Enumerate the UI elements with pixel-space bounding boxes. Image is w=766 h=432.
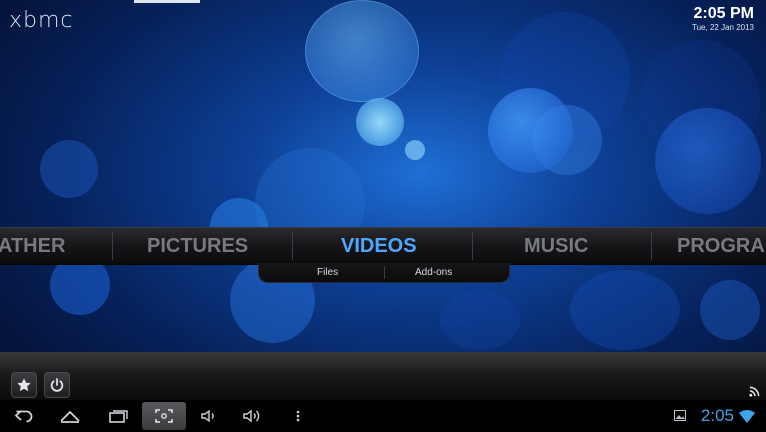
power-button[interactable] bbox=[44, 372, 70, 398]
background-bokeh bbox=[488, 88, 573, 173]
xbmc-logo: xbmc bbox=[9, 8, 74, 33]
clock-time: 2:05 PM bbox=[693, 5, 754, 22]
home-icon bbox=[60, 410, 80, 423]
menu-item-weather[interactable]: ATHER bbox=[0, 228, 65, 264]
xbmc-home-screen: xbmc 2:05 PM Tue, 22 Jan 2013 ATHER PICT… bbox=[0, 0, 766, 432]
wifi-icon bbox=[739, 409, 755, 423]
menu-item-music[interactable]: MUSIC bbox=[524, 228, 588, 264]
background-bokeh bbox=[640, 40, 760, 160]
back-button[interactable] bbox=[2, 402, 46, 430]
menu-icon bbox=[296, 410, 300, 422]
menu-divider bbox=[112, 232, 113, 260]
clock: 2:05 PM Tue, 22 Jan 2013 bbox=[692, 5, 754, 33]
clock-date: Tue, 22 Jan 2013 bbox=[692, 23, 754, 32]
background-bokeh bbox=[305, 0, 419, 102]
submenu-item-files[interactable]: Files bbox=[317, 263, 338, 282]
android-system-bar: 2:05 bbox=[0, 400, 766, 432]
background-bokeh bbox=[405, 140, 425, 160]
menu-button[interactable] bbox=[276, 402, 320, 430]
top-indicator-line bbox=[134, 0, 200, 3]
menu-divider bbox=[472, 232, 473, 260]
screenshot-button[interactable] bbox=[142, 402, 186, 430]
recent-apps-button[interactable] bbox=[96, 402, 140, 430]
videos-submenu: Files Add-ons bbox=[258, 263, 510, 283]
power-icon bbox=[50, 378, 64, 392]
main-menu-bar: ATHER PICTURES VIDEOS MUSIC PROGRA bbox=[0, 227, 766, 265]
volume-up-button[interactable] bbox=[230, 402, 274, 430]
menu-divider bbox=[651, 232, 652, 260]
screenshot-icon bbox=[155, 409, 173, 423]
menu-divider bbox=[292, 232, 293, 260]
background-bokeh bbox=[532, 105, 602, 175]
gallery-icon bbox=[674, 410, 686, 421]
bottom-panel bbox=[0, 352, 766, 400]
recent-apps-icon bbox=[109, 410, 128, 423]
volume-down-icon bbox=[201, 409, 214, 423]
menu-item-programs[interactable]: PROGRA bbox=[677, 228, 765, 264]
volume-up-icon bbox=[243, 409, 260, 423]
rss-icon bbox=[749, 386, 760, 397]
star-icon bbox=[17, 378, 31, 392]
back-icon bbox=[14, 410, 33, 423]
menu-item-pictures[interactable]: PICTURES bbox=[147, 228, 248, 264]
background-bokeh bbox=[570, 270, 680, 350]
home-button[interactable] bbox=[48, 402, 92, 430]
background-bokeh bbox=[700, 280, 760, 340]
background-bokeh bbox=[356, 98, 404, 146]
background-bokeh bbox=[655, 108, 761, 214]
favourites-button[interactable] bbox=[11, 372, 37, 398]
volume-down-button[interactable] bbox=[188, 402, 232, 430]
submenu-divider bbox=[384, 266, 385, 279]
background-bokeh bbox=[500, 12, 630, 142]
background-bokeh bbox=[40, 140, 98, 198]
menu-item-videos[interactable]: VIDEOS bbox=[341, 228, 417, 264]
background-bokeh bbox=[440, 290, 520, 350]
submenu-item-add-ons[interactable]: Add-ons bbox=[415, 263, 452, 282]
status-bar-time: 2:05 bbox=[700, 406, 734, 425]
